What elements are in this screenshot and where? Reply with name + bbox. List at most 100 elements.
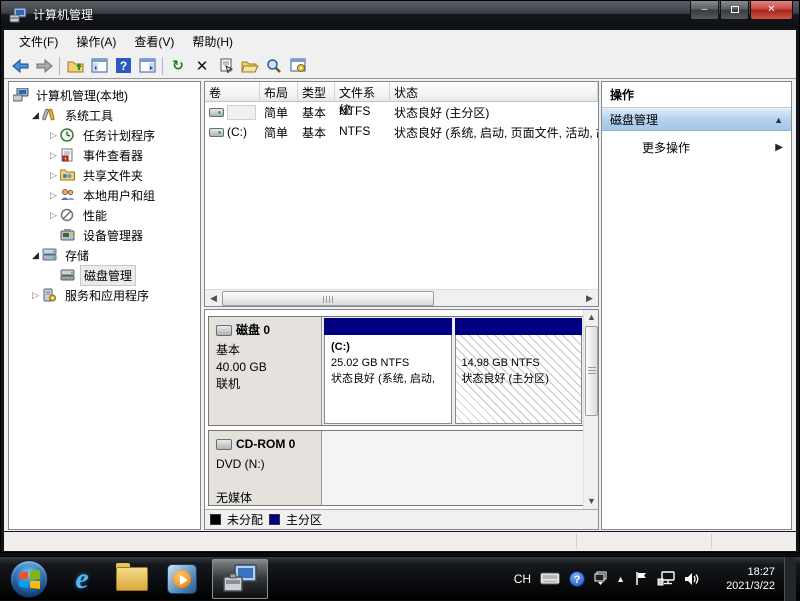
disk-0-label[interactable]: 磁盘 0 基本 40.00 GB 联机 bbox=[209, 317, 322, 425]
svg-text:?: ? bbox=[119, 59, 126, 73]
tree-item-storage[interactable]: 存储 bbox=[9, 245, 200, 265]
menu-view[interactable]: 查看(V) bbox=[125, 30, 183, 53]
network-icon[interactable] bbox=[657, 571, 675, 586]
storage-icon bbox=[42, 248, 57, 261]
expanded-icon[interactable] bbox=[29, 110, 42, 121]
scroll-right-arrow[interactable]: ▶ bbox=[581, 290, 598, 307]
internet-explorer-button[interactable]: e bbox=[62, 559, 102, 599]
collapsed-icon[interactable] bbox=[47, 130, 60, 141]
toolbar-separator bbox=[59, 57, 60, 75]
collapse-section-icon[interactable]: ▲ bbox=[774, 115, 783, 125]
column-header-status[interactable]: 状态 bbox=[390, 82, 598, 101]
collapsed-icon[interactable] bbox=[47, 150, 60, 161]
vertical-scrollbar[interactable]: ▲ ▼ bbox=[583, 310, 598, 509]
collapsed-icon[interactable] bbox=[47, 170, 60, 181]
language-bar-options-icon[interactable] bbox=[594, 571, 607, 586]
delete-button[interactable]: ✕ bbox=[190, 55, 214, 77]
titlebar[interactable]: 计算机管理 – ✕ bbox=[1, 1, 799, 28]
more-actions-item[interactable]: 更多操作 ▶ bbox=[602, 131, 791, 164]
partition-c[interactable]: (C:) 25.02 GB NTFS 状态良好 (系统, 启动, bbox=[324, 318, 452, 424]
scrollbar-thumb[interactable] bbox=[585, 326, 598, 416]
find-button[interactable] bbox=[262, 55, 286, 77]
action-pane-button[interactable] bbox=[135, 55, 159, 77]
volume-row[interactable]: 简单 基本 NTFS 状态良好 (主分区) bbox=[205, 102, 598, 122]
tree-item-services-and-applications[interactable]: 服务和应用程序 bbox=[9, 285, 200, 305]
scroll-up-arrow[interactable]: ▲ bbox=[584, 310, 599, 325]
find-icon bbox=[266, 58, 282, 74]
open-button[interactable] bbox=[238, 55, 262, 77]
show-hidden-icons-button[interactable]: ▲ bbox=[616, 574, 625, 584]
input-language-indicator[interactable]: CH bbox=[514, 572, 531, 586]
volume-icon bbox=[209, 128, 224, 137]
volume-icon[interactable] bbox=[684, 572, 700, 586]
cdrom-0-strip: CD-ROM 0 DVD (N:) 无媒体 bbox=[208, 430, 585, 506]
expanded-icon[interactable] bbox=[29, 250, 42, 261]
disk-management-section-header[interactable]: 磁盘管理 ▲ bbox=[602, 108, 791, 131]
refresh-button[interactable]: ↻ bbox=[166, 55, 190, 77]
tree-item-computer-management[interactable]: 计算机管理(本地) bbox=[9, 85, 200, 105]
partition-selected[interactable]: 14.98 GB NTFS 状态良好 (主分区) bbox=[455, 318, 583, 424]
maximize-button[interactable] bbox=[720, 1, 749, 20]
action-center-flag-icon[interactable] bbox=[634, 571, 648, 586]
minimize-button[interactable]: – bbox=[690, 1, 719, 20]
computer-management-window: 计算机管理 – ✕ 文件(F) 操作(A) 查看(V) 帮助(H) ? bbox=[0, 0, 800, 553]
primary-partition-swatch bbox=[269, 514, 280, 525]
console-tree-button[interactable] bbox=[87, 55, 111, 77]
keyboard-icon[interactable] bbox=[540, 572, 560, 585]
computer-management-task-icon bbox=[223, 564, 257, 594]
performance-icon bbox=[60, 208, 74, 222]
media-player-button[interactable] bbox=[162, 559, 202, 599]
volume-row[interactable]: (C:) 简单 基本 NTFS 状态良好 (系统, 启动, 页面文件, 活动, … bbox=[205, 122, 598, 142]
horizontal-scrollbar[interactable]: ◀ ▶ bbox=[205, 289, 598, 306]
forward-icon bbox=[36, 59, 53, 73]
tree-item-device-manager[interactable]: 设备管理器 bbox=[9, 225, 200, 245]
action-pane-icon bbox=[139, 58, 156, 73]
collapsed-icon[interactable] bbox=[29, 290, 42, 301]
menu-help[interactable]: 帮助(H) bbox=[183, 30, 242, 53]
properties-icon bbox=[218, 58, 234, 73]
column-header-type[interactable]: 类型 bbox=[298, 82, 335, 101]
scrollbar-thumb[interactable] bbox=[222, 291, 434, 306]
volume-icon bbox=[209, 108, 224, 117]
computer-icon bbox=[13, 88, 29, 102]
event-viewer-icon: ! bbox=[60, 148, 74, 162]
menu-action[interactable]: 操作(A) bbox=[67, 30, 125, 53]
collapsed-icon[interactable] bbox=[47, 210, 60, 221]
menu-file[interactable]: 文件(F) bbox=[10, 30, 67, 53]
submenu-arrow-icon: ▶ bbox=[775, 142, 783, 153]
scroll-down-arrow[interactable]: ▼ bbox=[584, 494, 599, 509]
tree-item-disk-management[interactable]: 磁盘管理 bbox=[9, 265, 200, 285]
tree-item-system-tools[interactable]: 系统工具 bbox=[9, 105, 200, 125]
tree-item-event-viewer[interactable]: ! 事件查看器 bbox=[9, 145, 200, 165]
graphical-view-pane: 磁盘 0 基本 40.00 GB 联机 (C:) 25.02 GB NTFS 状… bbox=[204, 309, 599, 530]
computer-management-taskbar-button[interactable] bbox=[212, 559, 268, 599]
tree-item-performance[interactable]: 性能 bbox=[9, 205, 200, 225]
task-scheduler-icon bbox=[60, 128, 74, 142]
windows-logo-icon bbox=[19, 570, 40, 589]
computer-management-icon bbox=[9, 7, 27, 23]
language-help-icon[interactable]: ? bbox=[569, 571, 585, 587]
back-button[interactable] bbox=[8, 55, 32, 77]
tree-item-task-scheduler[interactable]: 任务计划程序 bbox=[9, 125, 200, 145]
taskbar-clock[interactable]: 18:27 2021/3/22 bbox=[713, 565, 775, 593]
snapin-button[interactable] bbox=[286, 55, 310, 77]
up-one-level-button[interactable] bbox=[63, 55, 87, 77]
tree-item-local-users-and-groups[interactable]: 本地用户和组 bbox=[9, 185, 200, 205]
forward-button[interactable] bbox=[32, 55, 56, 77]
close-button[interactable]: ✕ bbox=[750, 1, 793, 20]
local-users-icon bbox=[60, 188, 75, 201]
collapsed-icon[interactable] bbox=[47, 190, 60, 201]
cdrom-0-label[interactable]: CD-ROM 0 DVD (N:) 无媒体 bbox=[209, 431, 322, 505]
column-header-volume[interactable]: 卷 bbox=[205, 82, 260, 101]
tree-item-shared-folders[interactable]: 共享文件夹 bbox=[9, 165, 200, 185]
explorer-button[interactable] bbox=[112, 559, 152, 599]
help-button[interactable]: ? bbox=[111, 55, 135, 77]
column-header-layout[interactable]: 布局 bbox=[260, 82, 298, 101]
show-desktop-button[interactable] bbox=[784, 557, 796, 601]
back-icon bbox=[12, 59, 29, 73]
properties-button[interactable] bbox=[214, 55, 238, 77]
column-header-filesystem[interactable]: 文件系统 bbox=[335, 82, 390, 101]
system-tray: CH ? ▲ 18:27 2021/3/22 bbox=[514, 557, 800, 601]
scroll-left-arrow[interactable]: ◀ bbox=[205, 290, 222, 307]
start-button[interactable] bbox=[10, 560, 48, 598]
